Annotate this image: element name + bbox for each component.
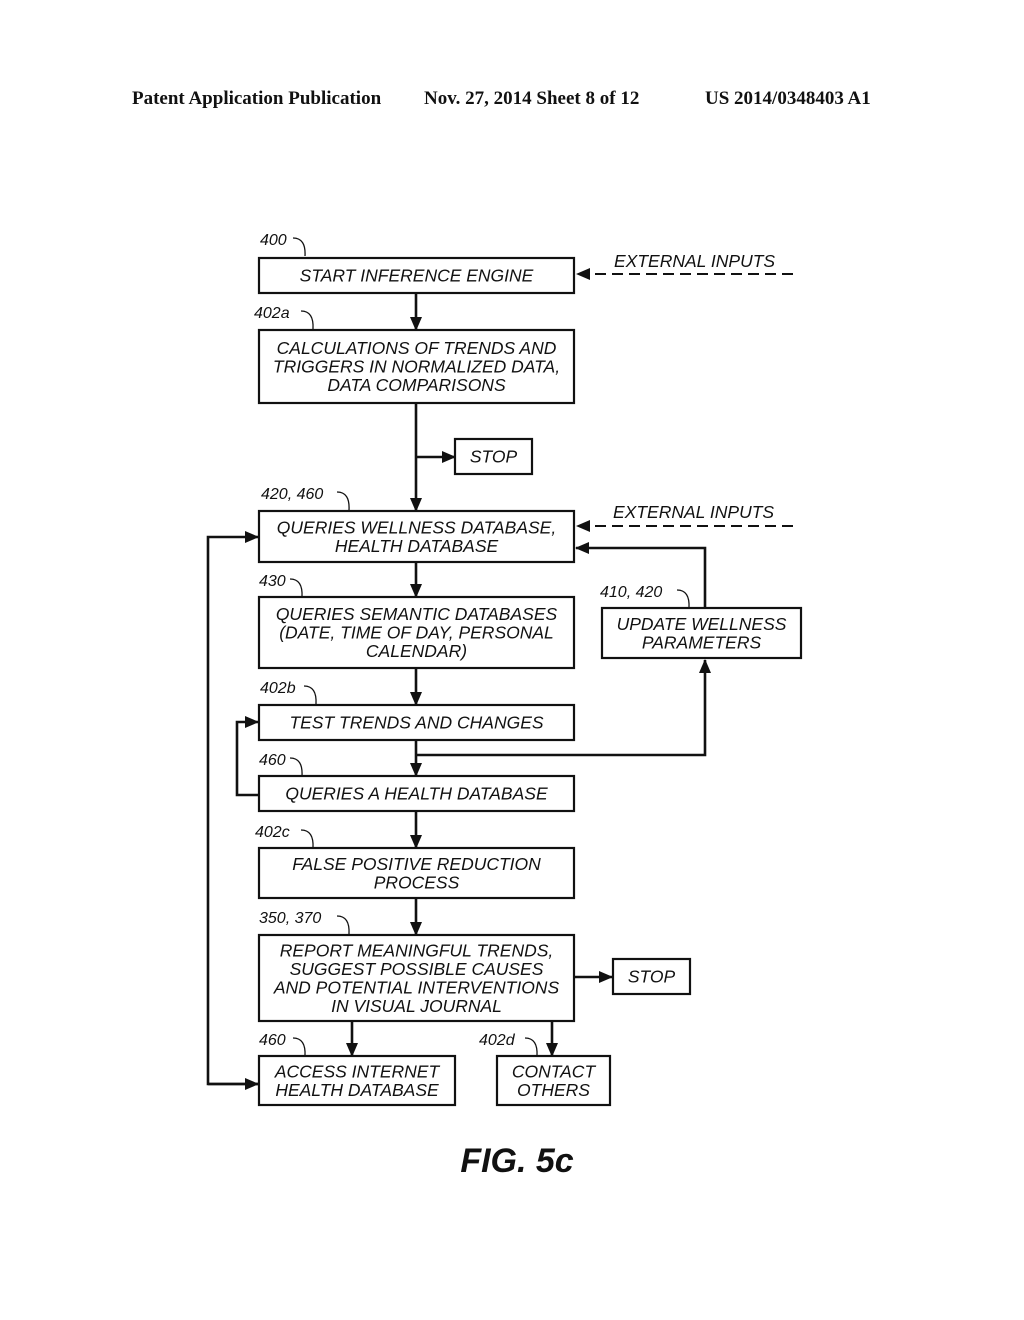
node-stop-1: STOP	[453, 437, 534, 476]
node-text-line: REPORT MEANINGFUL TRENDS,	[280, 940, 554, 960]
node-text-line: CALENDAR)	[366, 641, 467, 661]
node-text-line: IN VISUAL JOURNAL	[331, 996, 502, 1016]
node-stop-2: STOP	[611, 957, 692, 996]
node-text-line: PARAMETERS	[642, 632, 762, 652]
node-text-line: STOP	[628, 967, 676, 987]
node-text-line: (DATE, TIME OF DAY, PERSONAL	[279, 623, 554, 643]
node-text-line: CALCULATIONS OF TRENDS AND	[277, 338, 557, 358]
ref-label: 350, 370	[259, 910, 321, 927]
node-calculations: 402a CALCULATIONS OF TRENDS ANDTRIGGERS …	[254, 305, 576, 405]
ref-label: 402b	[260, 680, 296, 697]
node-text-line: UPDATE WELLNESS	[617, 614, 787, 634]
node-text-line: AND POTENTIAL INTERVENTIONS	[273, 977, 560, 997]
external-inputs-label-1: EXTERNAL INPUTS	[614, 251, 775, 271]
arrow-health-query-loop	[235, 716, 259, 797]
node-access-internet-health-database: 460 ACCESS INTERNETHEALTH DATABASE	[257, 1032, 457, 1107]
ref-label: 420, 460	[261, 486, 323, 503]
external-inputs-label-2: EXTERNAL INPUTS	[613, 502, 774, 522]
node-text-line: ACCESS INTERNET	[274, 1061, 441, 1081]
node-text-line: FALSE POSITIVE REDUCTION	[292, 854, 541, 874]
node-text-line: HEALTH DATABASE	[275, 1080, 439, 1100]
node-update-wellness-parameters: 410, 420 UPDATE WELLNESSPARAMETERS	[600, 584, 803, 660]
figure-label: FIG. 5c	[460, 1142, 573, 1180]
ref-label: 402a	[254, 305, 290, 322]
node-text-line: DATA COMPARISONS	[327, 375, 506, 395]
node-text-line: START INFERENCE ENGINE	[300, 266, 534, 286]
flowchart: EXTERNAL INPUTS EXTERNAL INPUTS 400 STAR…	[206, 232, 803, 1180]
node-text-line: TRIGGERS IN NORMALIZED DATA,	[273, 357, 560, 377]
node-false-positive-reduction: 402c FALSE POSITIVE REDUCTIONPROCESS	[255, 824, 576, 900]
ref-label: 460	[259, 1032, 286, 1049]
node-text-line: STOP	[470, 447, 518, 467]
node-text-line: QUERIES SEMANTIC DATABASES	[276, 604, 558, 624]
node-text-line: QUERIES WELLNESS DATABASE,	[277, 517, 556, 537]
node-text-line: OTHERS	[517, 1080, 590, 1100]
ref-label: 410, 420	[600, 584, 662, 601]
ref-label: 402c	[255, 824, 290, 841]
node-text-line: PROCESS	[374, 872, 460, 892]
ref-label: 400	[260, 232, 287, 249]
ref-label: 402d	[479, 1032, 516, 1049]
arrow-left-loop-to-wellness	[206, 531, 259, 1086]
external-inputs-arrowhead-1	[576, 268, 590, 280]
node-text-line: HEALTH DATABASE	[335, 536, 499, 556]
node-start-inference-engine: 400 START INFERENCE ENGINE	[257, 232, 576, 295]
node-contact-others: 402d CONTACTOTHERS	[479, 1032, 612, 1107]
node-text-line: SUGGEST POSSIBLE CAUSES	[290, 959, 544, 979]
node-text-line: QUERIES A HEALTH DATABASE	[285, 784, 548, 804]
node-text-line: CONTACT	[512, 1061, 597, 1081]
ref-label: 460	[259, 752, 286, 769]
node-text-line: TEST TRENDS AND CHANGES	[289, 713, 543, 733]
external-inputs-arrowhead-2	[576, 520, 590, 532]
ref-label: 430	[259, 573, 286, 590]
